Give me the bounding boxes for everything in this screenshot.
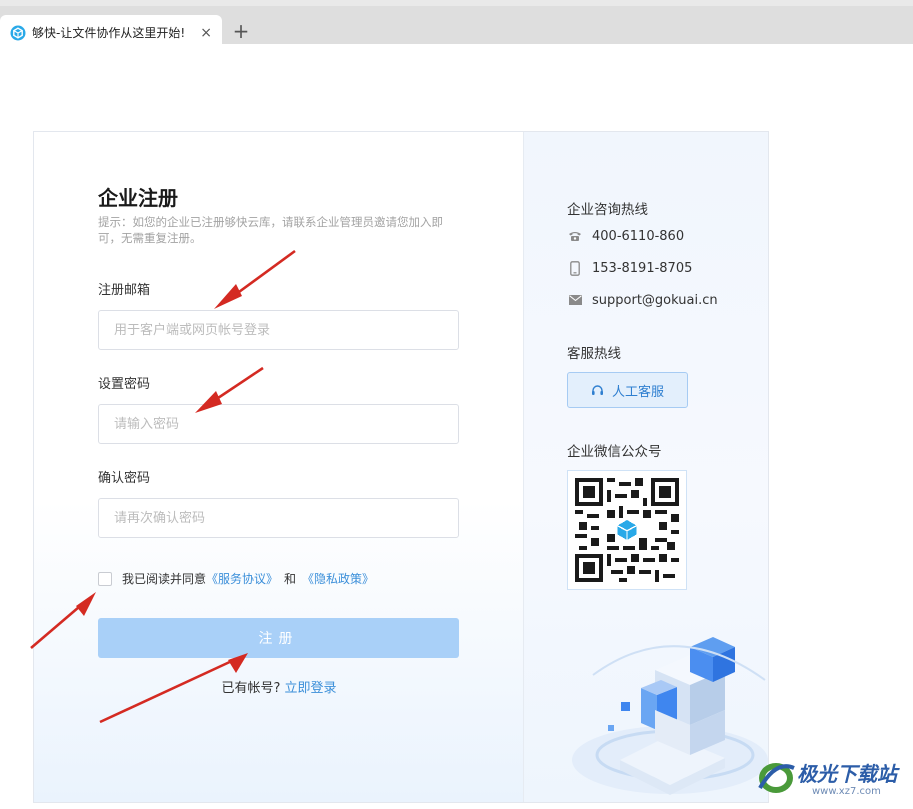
support-email: support@gokuai.cn	[592, 292, 718, 308]
mobile-phone-icon	[567, 260, 583, 276]
agreement-row: 我已阅读并同意 《服务协议》 和 《隐私政策》	[98, 570, 374, 587]
phone-row: 400-6110-860	[567, 228, 684, 244]
terms-link[interactable]: 《服务协议》	[206, 570, 278, 587]
browser-tab-bar: 够快-让文件协作从这里开始! × +	[0, 6, 913, 50]
have-account-text: 已有帐号?	[221, 681, 281, 696]
login-row: 已有帐号? 立即登录	[34, 677, 524, 696]
agree-checkbox[interactable]	[98, 571, 112, 586]
gokuai-logo-icon	[10, 25, 26, 40]
register-tip: 提示：如您的企业已注册够快云库，请联系企业管理员邀请您加入即可，无需重复注册。	[98, 215, 443, 245]
tab-title: 够快-让文件协作从这里开始!	[32, 26, 186, 40]
service-title: 客服热线	[567, 346, 621, 362]
email-row: support@gokuai.cn	[567, 292, 718, 308]
register-button[interactable]: 注册	[98, 618, 459, 658]
customer-service-button[interactable]: 人工客服	[567, 372, 688, 408]
email-label: 注册邮箱	[98, 283, 151, 298]
mobile-number: 153-8191-8705	[592, 260, 693, 276]
customer-service-label: 人工客服	[611, 384, 664, 400]
watermark-text: 极光下载站	[797, 762, 897, 786]
telephone-icon	[567, 228, 583, 244]
email-field[interactable]	[98, 310, 459, 350]
browser-tab[interactable]: 够快-让文件协作从这里开始! ×	[0, 15, 222, 50]
tab-close-icon[interactable]: ×	[200, 25, 212, 41]
hotline-title: 企业咨询热线	[567, 202, 648, 218]
wechat-qr-code	[567, 470, 687, 590]
register-form-panel: 企业注册 提示：如您的企业已注册够快云库，请联系企业管理员邀请您加入即可，无需重…	[34, 132, 524, 802]
mobile-row: 153-8191-8705	[567, 260, 692, 276]
wechat-title: 企业微信公众号	[567, 444, 662, 460]
watermark-url: www.xz7.com	[812, 786, 881, 797]
confirm-password-field[interactable]	[98, 498, 459, 538]
headset-icon	[591, 384, 603, 395]
login-link[interactable]: 立即登录	[285, 681, 337, 696]
and-text: 和	[284, 572, 297, 586]
page-title: 企业注册	[98, 186, 178, 210]
confirm-password-label: 确认密码	[98, 471, 151, 486]
password-label: 设置密码	[98, 377, 151, 392]
agree-text: 我已阅读并同意	[122, 572, 207, 586]
privacy-link[interactable]: 《隐私政策》	[302, 570, 374, 587]
new-tab-button[interactable]: +	[230, 20, 252, 42]
password-field[interactable]	[98, 404, 459, 444]
mail-icon	[567, 292, 583, 308]
cube-illustration	[572, 637, 768, 795]
phone-number: 400-6110-860	[592, 228, 685, 244]
